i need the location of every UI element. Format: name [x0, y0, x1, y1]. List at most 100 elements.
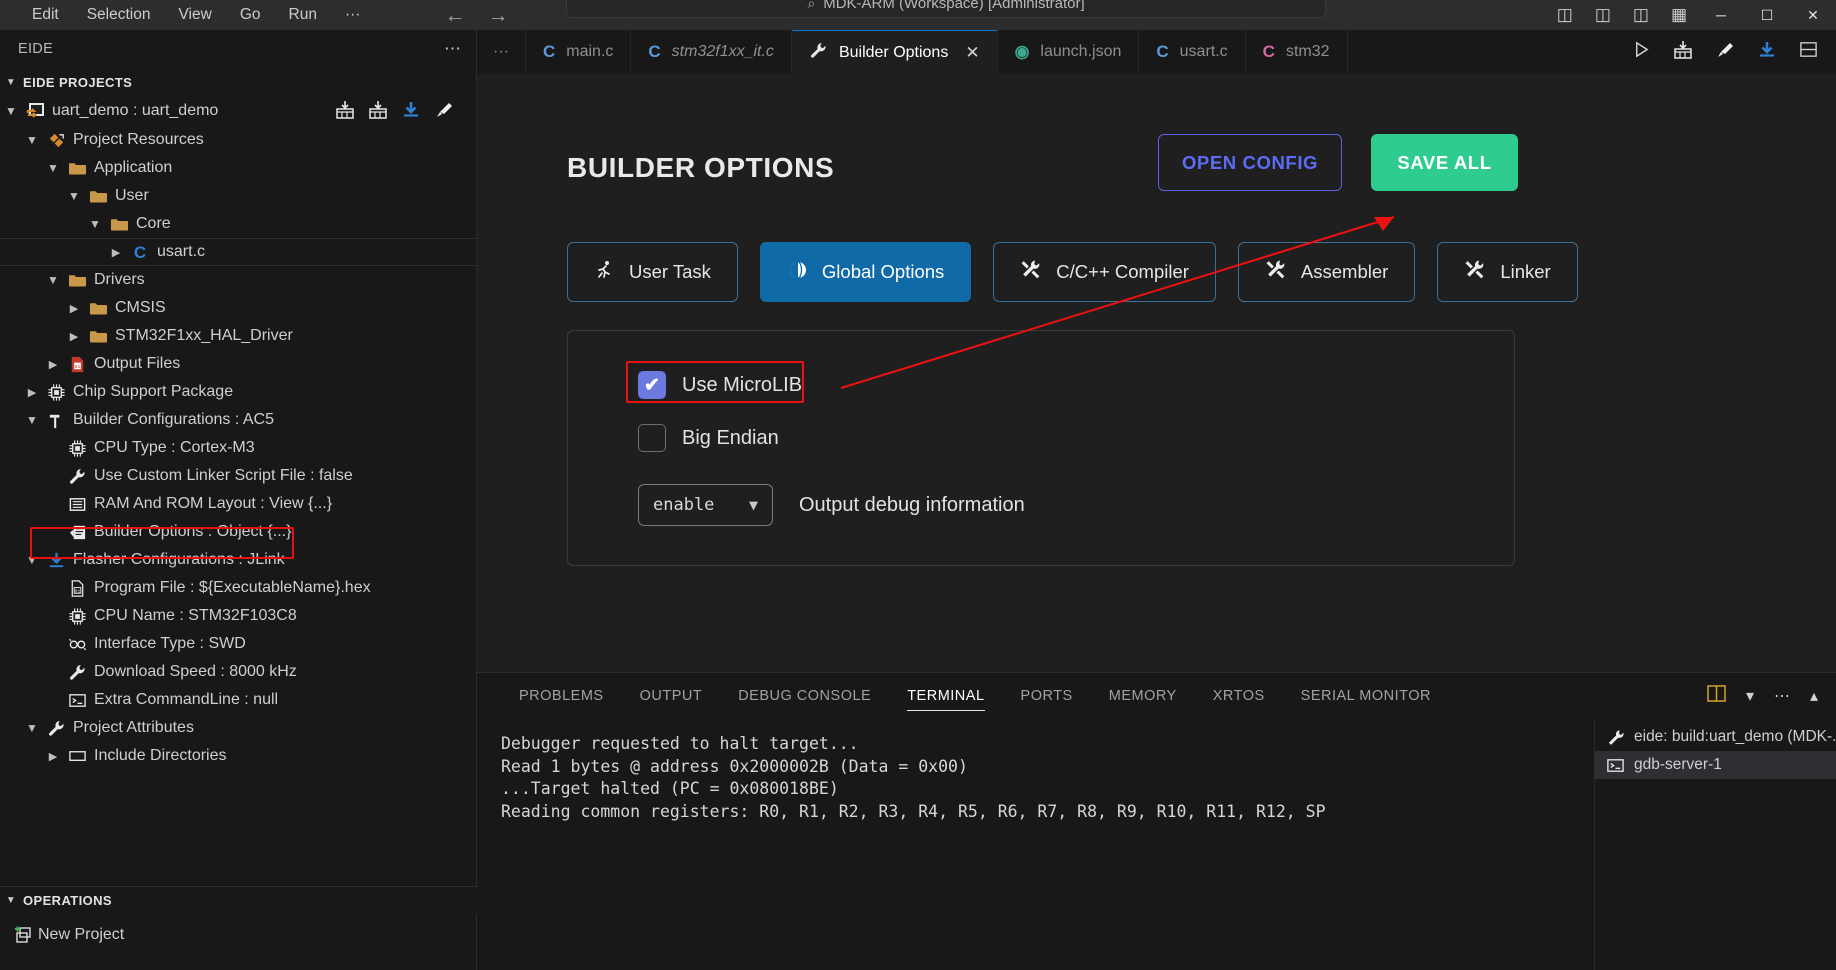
chevron-down-icon[interactable]: ▼: [0, 104, 22, 118]
menu-item-go[interactable]: Go: [226, 4, 275, 26]
chevron-down-icon[interactable]: ▼: [63, 189, 85, 203]
chevron-right-icon[interactable]: ▶: [21, 386, 43, 399]
clean-icon[interactable]: [434, 100, 454, 120]
tab-stm32[interactable]: C stm32: [1245, 30, 1348, 74]
save-all-button[interactable]: SAVE ALL: [1371, 134, 1518, 191]
tab-builder-options[interactable]: Builder Options ✕: [791, 30, 998, 74]
sidebar-item-cpu-name-stm32f103c8[interactable]: CPU Name : STM32F103C8: [0, 602, 476, 630]
minimize-button[interactable]: ─: [1698, 7, 1744, 23]
chevron-right-icon[interactable]: ▶: [63, 330, 85, 343]
build-icon[interactable]: [335, 100, 355, 120]
chevron-down-icon[interactable]: ▼: [84, 217, 106, 231]
terminal-output[interactable]: Debugger requested to halt target... Rea…: [477, 719, 1527, 970]
panel-tab-terminal[interactable]: TERMINAL: [889, 673, 1002, 719]
sidebar-item-core[interactable]: ▼ Core: [0, 210, 476, 238]
menu-item-selection[interactable]: Selection: [73, 4, 165, 26]
sidebar-item-program-file-executablename-hex[interactable]: 01 Program File : ${ExecutableName}.hex: [0, 574, 476, 602]
chevron-right-icon[interactable]: ▶: [42, 750, 64, 763]
terminal-list-item[interactable]: gdb-server-1: [1595, 751, 1836, 779]
chevron-down-icon[interactable]: ▾: [1746, 686, 1754, 706]
menu-item-run[interactable]: Run: [275, 4, 331, 26]
sidebar-item-ram-and-rom-layout-view[interactable]: RAM And ROM Layout : View {...}: [0, 490, 476, 518]
sidebar-item-include-directories[interactable]: ▶ Include Directories: [0, 742, 476, 770]
forward-arrow-icon[interactable]: →: [487, 5, 508, 26]
chevron-down-icon[interactable]: ▼: [42, 161, 64, 175]
tab-stm32f1xx-it-c[interactable]: C stm32f1xx_it.c: [631, 30, 792, 74]
sidebar-item-builder-options-object[interactable]: Builder Options : Object {...}: [0, 518, 476, 546]
menu-item-more[interactable]: ···: [331, 4, 375, 26]
rebuild-icon[interactable]: [368, 100, 388, 120]
panel-tab-ports[interactable]: PORTS: [1003, 673, 1091, 719]
close-window-button[interactable]: ✕: [1790, 7, 1836, 24]
checkbox-big-endian[interactable]: Big Endian: [638, 424, 779, 452]
chevron-up-icon[interactable]: ▴: [1810, 686, 1818, 706]
sidebar-item-cpu-type-cortex-m3[interactable]: CPU Type : Cortex-M3: [0, 434, 476, 462]
download-icon[interactable]: [1757, 40, 1777, 65]
section-eide-projects[interactable]: ▼ EIDE PROJECTS: [0, 68, 476, 96]
panel-tab-serial-monitor[interactable]: SERIAL MONITOR: [1283, 673, 1449, 719]
sidebar-item-interface-type-swd[interactable]: Interface Type : SWD: [0, 630, 476, 658]
build-icon[interactable]: [1673, 40, 1693, 65]
sidebar-item-project-resources[interactable]: ▼ Project Resources: [0, 126, 476, 154]
tab-launch-json[interactable]: ◉ launch.json: [997, 30, 1140, 74]
sidebar-item-new-project[interactable]: New Project: [0, 920, 477, 950]
toggle-secondary-sidebar-icon[interactable]: ◫: [1622, 5, 1660, 25]
panel-tab-xrtos[interactable]: XRTOS: [1195, 673, 1283, 719]
sidebar-item-user[interactable]: ▼ User: [0, 182, 476, 210]
sidebar-item-application[interactable]: ▼ Application: [0, 154, 476, 182]
toggle-primary-sidebar-icon[interactable]: ◫: [1546, 5, 1584, 25]
sidebar-item-cmsis[interactable]: ▶ CMSIS: [0, 294, 476, 322]
chevron-right-icon[interactable]: ▶: [42, 358, 64, 371]
open-config-button[interactable]: OPEN CONFIG: [1158, 134, 1342, 191]
chevron-down-icon[interactable]: ▼: [42, 273, 64, 287]
sidebar-more-actions-icon[interactable]: ⋯: [444, 39, 462, 59]
sidebar-item-project-root[interactable]: ▼ uart_demo : uart_demo: [0, 96, 476, 126]
back-arrow-icon[interactable]: ←: [444, 5, 465, 26]
command-center-search[interactable]: ⌕ MDK-ARM (Workspace) [Administrator]: [566, 0, 1326, 18]
sidebar-item-builder-configurations-ac5[interactable]: ▼ Builder Configurations : AC5: [0, 406, 476, 434]
split-terminal-icon[interactable]: [1707, 685, 1726, 707]
chevron-down-icon[interactable]: ▼: [21, 413, 43, 427]
customize-layout-icon[interactable]: ▦: [1660, 5, 1698, 25]
tab-usart-c[interactable]: C usart.c: [1139, 30, 1246, 74]
sidebar-item-use-custom-linker-script-file-false[interactable]: Use Custom Linker Script File : false: [0, 462, 476, 490]
toggle-panel-icon[interactable]: ◫: [1584, 5, 1622, 25]
checkbox-input[interactable]: [638, 424, 666, 452]
tab-main-c[interactable]: C main.c: [525, 30, 632, 74]
close-icon[interactable]: ✕: [965, 43, 979, 63]
sidebar-item-output-files[interactable]: ▶ 01 Output Files: [0, 350, 476, 378]
more-actions-icon[interactable]: ⋯: [1774, 686, 1790, 706]
panel-tab-problems[interactable]: PROBLEMS: [501, 673, 622, 719]
panel-tab-debug-console[interactable]: DEBUG CONSOLE: [720, 673, 889, 719]
split-editor-icon[interactable]: [1799, 40, 1818, 64]
tab-c-cpp-compiler[interactable]: C/C++ Compiler: [993, 242, 1216, 302]
chevron-down-icon[interactable]: ▼: [21, 133, 43, 147]
sidebar-item-usart-c[interactable]: ▶ Cusart.c: [0, 238, 476, 266]
menu-item-edit[interactable]: Edit: [18, 4, 73, 26]
chevron-right-icon[interactable]: ▶: [63, 302, 85, 315]
chevron-right-icon[interactable]: ▶: [105, 246, 127, 259]
clean-icon[interactable]: [1715, 40, 1735, 65]
terminal-list-item[interactable]: eide: build:uart_demo (MDK-...: [1595, 723, 1836, 751]
maximize-button[interactable]: ☐: [1744, 7, 1790, 24]
chevron-down-icon[interactable]: ▼: [21, 721, 43, 735]
run-icon[interactable]: [1632, 40, 1651, 64]
sidebar-item-chip-support-package[interactable]: ▶ Chip Support Package: [0, 378, 476, 406]
tab-linker[interactable]: Linker: [1437, 242, 1578, 302]
panel-tab-memory[interactable]: MEMORY: [1091, 673, 1195, 719]
menu-item-view[interactable]: View: [164, 4, 225, 26]
sidebar-item-drivers[interactable]: ▼ Drivers: [0, 266, 476, 294]
download-icon[interactable]: [401, 100, 421, 120]
tab-global-options[interactable]: Global Options: [759, 242, 972, 302]
tab-user-task[interactable]: User Task: [567, 242, 738, 302]
panel-tab-output[interactable]: OUTPUT: [622, 673, 721, 719]
tab-overflow[interactable]: ···: [477, 30, 526, 74]
section-operations[interactable]: ▼ OPERATIONS: [0, 886, 477, 914]
chevron-down-icon[interactable]: ▼: [21, 553, 43, 567]
sidebar-item-project-attributes[interactable]: ▼ Project Attributes: [0, 714, 476, 742]
sidebar-item-stm32f1xx-hal-driver[interactable]: ▶ STM32F1xx_HAL_Driver: [0, 322, 476, 350]
sidebar-item-flasher-configurations-jlink[interactable]: ▼ Flasher Configurations : JLink: [0, 546, 476, 574]
output-debug-information-select[interactable]: enable ▼: [638, 484, 773, 526]
sidebar-item-download-speed-8000-khz[interactable]: Download Speed : 8000 kHz: [0, 658, 476, 686]
tab-assembler[interactable]: Assembler: [1237, 242, 1416, 302]
